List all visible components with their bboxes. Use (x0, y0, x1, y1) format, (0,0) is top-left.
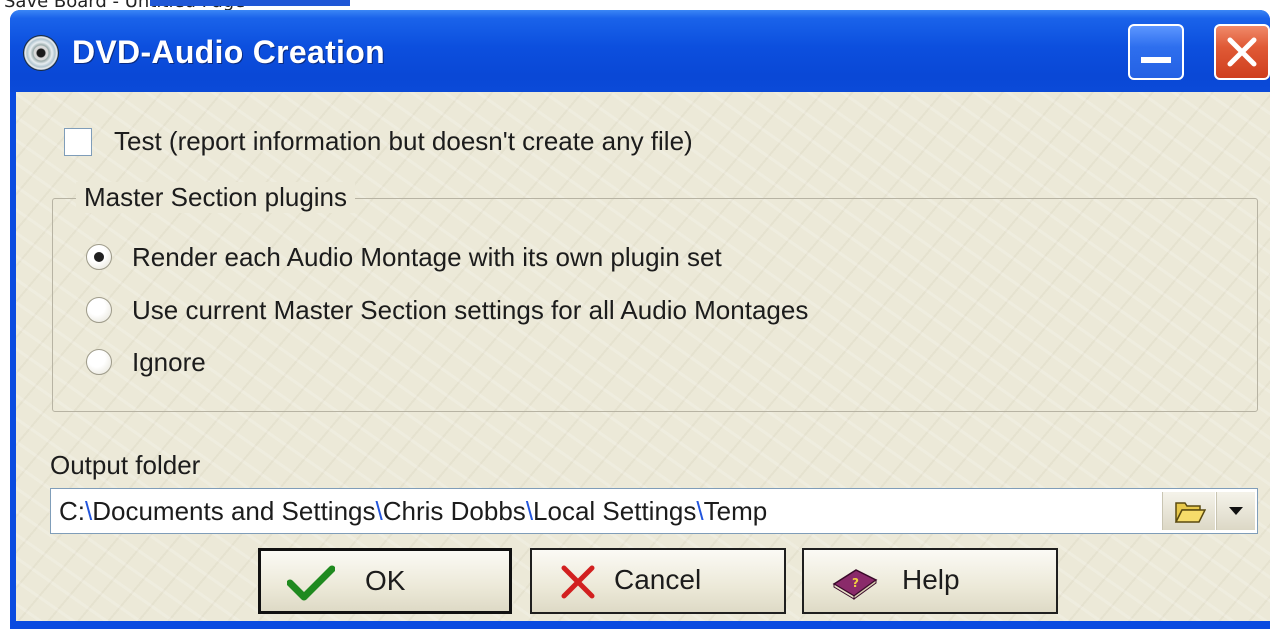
checkmark-icon (287, 565, 335, 601)
help-button-label: Help (902, 564, 960, 595)
radio-button[interactable] (86, 349, 112, 375)
cd-disc-icon (24, 36, 58, 70)
master-section-group-title: Master Section plugins (76, 182, 356, 213)
radio-option-label[interactable]: Use current Master Section settings for … (132, 295, 808, 326)
title-bar[interactable]: DVD-Audio Creation (10, 10, 1270, 92)
cancel-button[interactable]: Cancel (530, 548, 786, 614)
window-bottom-border (16, 621, 1270, 629)
help-button[interactable]: ? Help (802, 548, 1058, 614)
path-segment: Chris Dobbs (382, 496, 526, 526)
output-folder-combobox[interactable]: C:\Documents and Settings\Chris Dobbs\Lo… (50, 488, 1258, 534)
chevron-down-icon (1229, 507, 1243, 515)
minimize-icon (1141, 57, 1171, 63)
cancel-x-icon (561, 565, 595, 599)
radio-button[interactable] (86, 244, 112, 270)
path-segment: Local Settings (533, 496, 697, 526)
svg-text:?: ? (852, 576, 859, 590)
path-separator: \ (696, 496, 704, 526)
ok-button-label: OK (365, 565, 406, 596)
test-checkbox-label[interactable]: Test (report information but doesn't cre… (114, 126, 693, 157)
window-title: DVD-Audio Creation (72, 34, 385, 70)
background-window-titlebar (150, 0, 350, 6)
radio-selected-dot (94, 252, 104, 262)
folder-open-icon (1174, 502, 1206, 523)
path-separator: \ (525, 496, 534, 526)
help-book-icon: ? (832, 569, 878, 600)
minimize-button[interactable] (1128, 24, 1184, 80)
output-folder-path[interactable]: C:\Documents and Settings\Chris Dobbs\Lo… (59, 496, 767, 527)
dropdown-button[interactable] (1216, 492, 1255, 530)
browse-folder-button[interactable] (1162, 492, 1215, 530)
path-separator: \ (375, 496, 383, 526)
test-checkbox[interactable] (64, 128, 92, 156)
radio-button[interactable] (86, 297, 112, 323)
ok-button[interactable]: OK (258, 548, 512, 614)
close-button[interactable] (1214, 24, 1270, 80)
radio-option-label[interactable]: Ignore (132, 347, 206, 378)
path-segment: Documents and Settings (92, 496, 376, 526)
dvd-audio-creation-dialog: DVD-Audio Creation Test (report informat… (10, 10, 1270, 629)
close-icon (1227, 37, 1257, 67)
cancel-button-label: Cancel (614, 564, 702, 595)
dialog-body: Test (report information but doesn't cre… (16, 92, 1270, 629)
path-segment: Temp (703, 496, 768, 526)
output-folder-label: Output folder (50, 450, 201, 480)
path-segment: C: (59, 496, 85, 526)
radio-option-label[interactable]: Render each Audio Montage with its own p… (132, 242, 722, 273)
